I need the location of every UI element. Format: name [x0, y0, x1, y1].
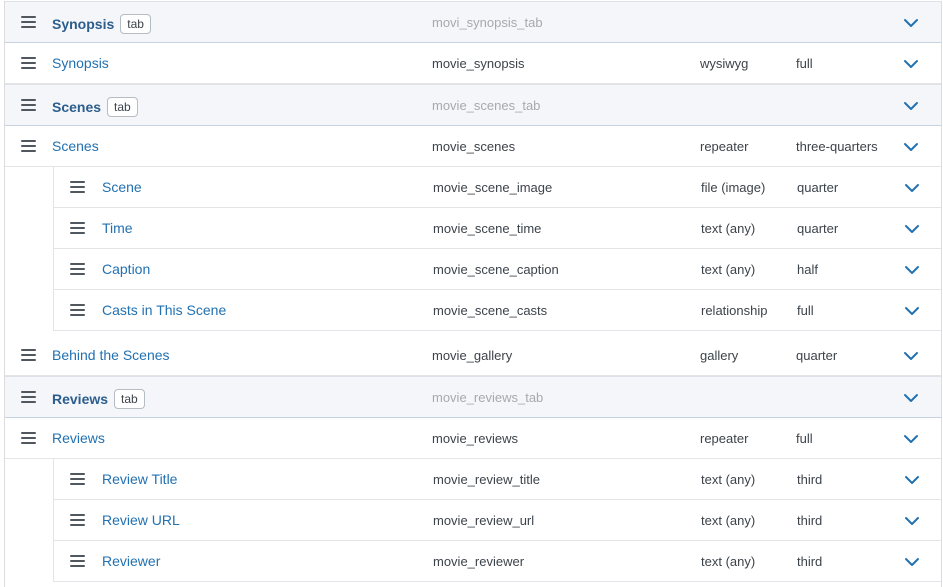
field-name: movie_reviews_tab	[432, 390, 544, 405]
field-name: movie_gallery	[432, 348, 513, 363]
drag-handle-icon[interactable]	[70, 473, 85, 485]
field-width: full	[796, 431, 813, 446]
chevron-down-icon[interactable]	[903, 16, 919, 28]
tab-badge: tab	[120, 14, 151, 34]
drag-handle-icon[interactable]	[70, 263, 85, 275]
tab-label[interactable]: Synopsis tab	[52, 14, 151, 34]
tab-row-reviews[interactable]: Reviews tab movie_reviews_tab	[5, 376, 941, 418]
field-name: movie_review_title	[433, 472, 540, 487]
field-name: movie_scenes_tab	[432, 98, 541, 113]
field-label[interactable]: Reviewer	[102, 553, 160, 569]
chevron-down-icon[interactable]	[903, 391, 919, 403]
field-name: movie_reviewer	[433, 554, 525, 569]
field-type: text (any)	[701, 513, 756, 528]
sub-field-list: Scene movie_scene_image file (image) quarte…	[53, 167, 941, 331]
drag-handle-icon[interactable]	[70, 514, 85, 526]
sub-field-spacer	[5, 582, 941, 586]
chevron-down-icon[interactable]	[903, 432, 919, 444]
field-width: half	[797, 262, 818, 277]
field-name: movie_scene_time	[433, 221, 542, 236]
tab-badge: tab	[114, 389, 145, 409]
field-type: text (any)	[701, 221, 756, 236]
drag-handle-icon[interactable]	[70, 181, 85, 193]
field-type: file (image)	[701, 180, 766, 195]
drag-handle-icon[interactable]	[21, 140, 36, 152]
field-row-reviews[interactable]: Reviews movie_reviews repeater full	[5, 418, 941, 459]
field-width: quarter	[797, 180, 839, 195]
field-name: movie_scene_casts	[433, 303, 548, 318]
field-width: third	[797, 513, 823, 528]
field-name: movie_synopsis	[432, 56, 525, 71]
chevron-down-icon[interactable]	[904, 304, 920, 316]
field-type: text (any)	[701, 472, 756, 487]
field-label[interactable]: Time	[102, 220, 133, 236]
field-row-behind-the-scenes[interactable]: Behind the Scenes movie_gallery gallery qua…	[5, 335, 941, 376]
field-name: movie_review_url	[433, 513, 535, 528]
drag-handle-icon[interactable]	[21, 391, 36, 403]
field-row-scene[interactable]: Scene movie_scene_image file (image) quarte…	[54, 167, 941, 208]
tab-label[interactable]: Reviews tab	[52, 389, 145, 409]
field-label[interactable]: Caption	[102, 261, 150, 277]
field-row-casts-in-this-scene[interactable]: Casts in This Scene movie_scene_casts rela…	[54, 290, 941, 330]
tab-row-synopsis[interactable]: Synopsis tab movi_synopsis_tab	[5, 1, 941, 43]
tab-row-scenes[interactable]: Scenes tab movie_scenes_tab	[5, 84, 941, 126]
chevron-down-icon[interactable]	[903, 349, 919, 361]
chevron-down-icon[interactable]	[904, 555, 920, 567]
drag-handle-icon[interactable]	[70, 222, 85, 234]
field-label[interactable]: Review Title	[102, 471, 177, 487]
field-name: movie_scene_image	[433, 180, 553, 195]
field-type: repeater	[700, 431, 749, 446]
field-label[interactable]: Review URL	[102, 512, 180, 528]
field-type: repeater	[700, 139, 749, 154]
field-name: movie_scene_caption	[433, 262, 559, 277]
chevron-down-icon[interactable]	[903, 99, 919, 111]
field-name: movi_synopsis_tab	[432, 15, 543, 30]
field-width: third	[797, 554, 823, 569]
field-type: relationship	[701, 303, 768, 318]
drag-handle-icon[interactable]	[21, 432, 36, 444]
field-name: movie_reviews	[432, 431, 518, 446]
field-type: gallery	[700, 348, 739, 363]
field-type: text (any)	[701, 262, 756, 277]
drag-handle-icon[interactable]	[70, 304, 85, 316]
field-type: text (any)	[701, 554, 756, 569]
drag-handle-icon[interactable]	[21, 349, 36, 361]
chevron-down-icon[interactable]	[904, 181, 920, 193]
field-width: full	[797, 303, 814, 318]
field-row-scenes[interactable]: Scenes movie_scenes repeater three-quarters	[5, 126, 941, 167]
field-width: full	[796, 56, 813, 71]
field-list: Synopsis tab movi_synopsis_tab Synopsis movi…	[4, 1, 942, 587]
tab-badge: tab	[107, 97, 138, 117]
chevron-down-icon[interactable]	[904, 514, 920, 526]
field-width: quarter	[796, 348, 838, 363]
field-row-reviewer[interactable]: Reviewer movie_reviewer text (any) third	[54, 541, 941, 581]
field-row-synopsis[interactable]: Synopsis movie_synopsis wysiwyg full	[5, 43, 941, 84]
drag-handle-icon[interactable]	[70, 555, 85, 567]
field-label[interactable]: Scenes	[52, 138, 99, 154]
drag-handle-icon[interactable]	[21, 57, 36, 69]
field-row-caption[interactable]: Caption movie_scene_caption text (any) half	[54, 249, 941, 290]
field-name: movie_scenes	[432, 139, 516, 154]
chevron-down-icon[interactable]	[903, 140, 919, 152]
sub-field-list: Review Title movie_review_title text (any)…	[53, 459, 941, 582]
chevron-down-icon[interactable]	[904, 263, 920, 275]
field-row-review-title[interactable]: Review Title movie_review_title text (any)…	[54, 459, 941, 500]
field-label[interactable]: Behind the Scenes	[52, 347, 170, 363]
field-type: wysiwyg	[700, 56, 749, 71]
chevron-down-icon[interactable]	[904, 222, 920, 234]
field-label[interactable]: Reviews	[52, 430, 105, 446]
drag-handle-icon[interactable]	[21, 16, 36, 28]
field-width: third	[797, 472, 823, 487]
field-label[interactable]: Scene	[102, 179, 142, 195]
drag-handle-icon[interactable]	[21, 99, 36, 111]
tab-label[interactable]: Scenes tab	[52, 97, 138, 117]
field-width: three-quarters	[796, 139, 878, 154]
chevron-down-icon[interactable]	[903, 57, 919, 69]
chevron-down-icon[interactable]	[904, 473, 920, 485]
field-row-time[interactable]: Time movie_scene_time text (any) quarter	[54, 208, 941, 249]
field-row-review-url[interactable]: Review URL movie_review_url text (any) thir…	[54, 500, 941, 541]
field-label[interactable]: Casts in This Scene	[102, 302, 226, 318]
field-label[interactable]: Synopsis	[52, 55, 109, 71]
field-width: quarter	[797, 221, 839, 236]
